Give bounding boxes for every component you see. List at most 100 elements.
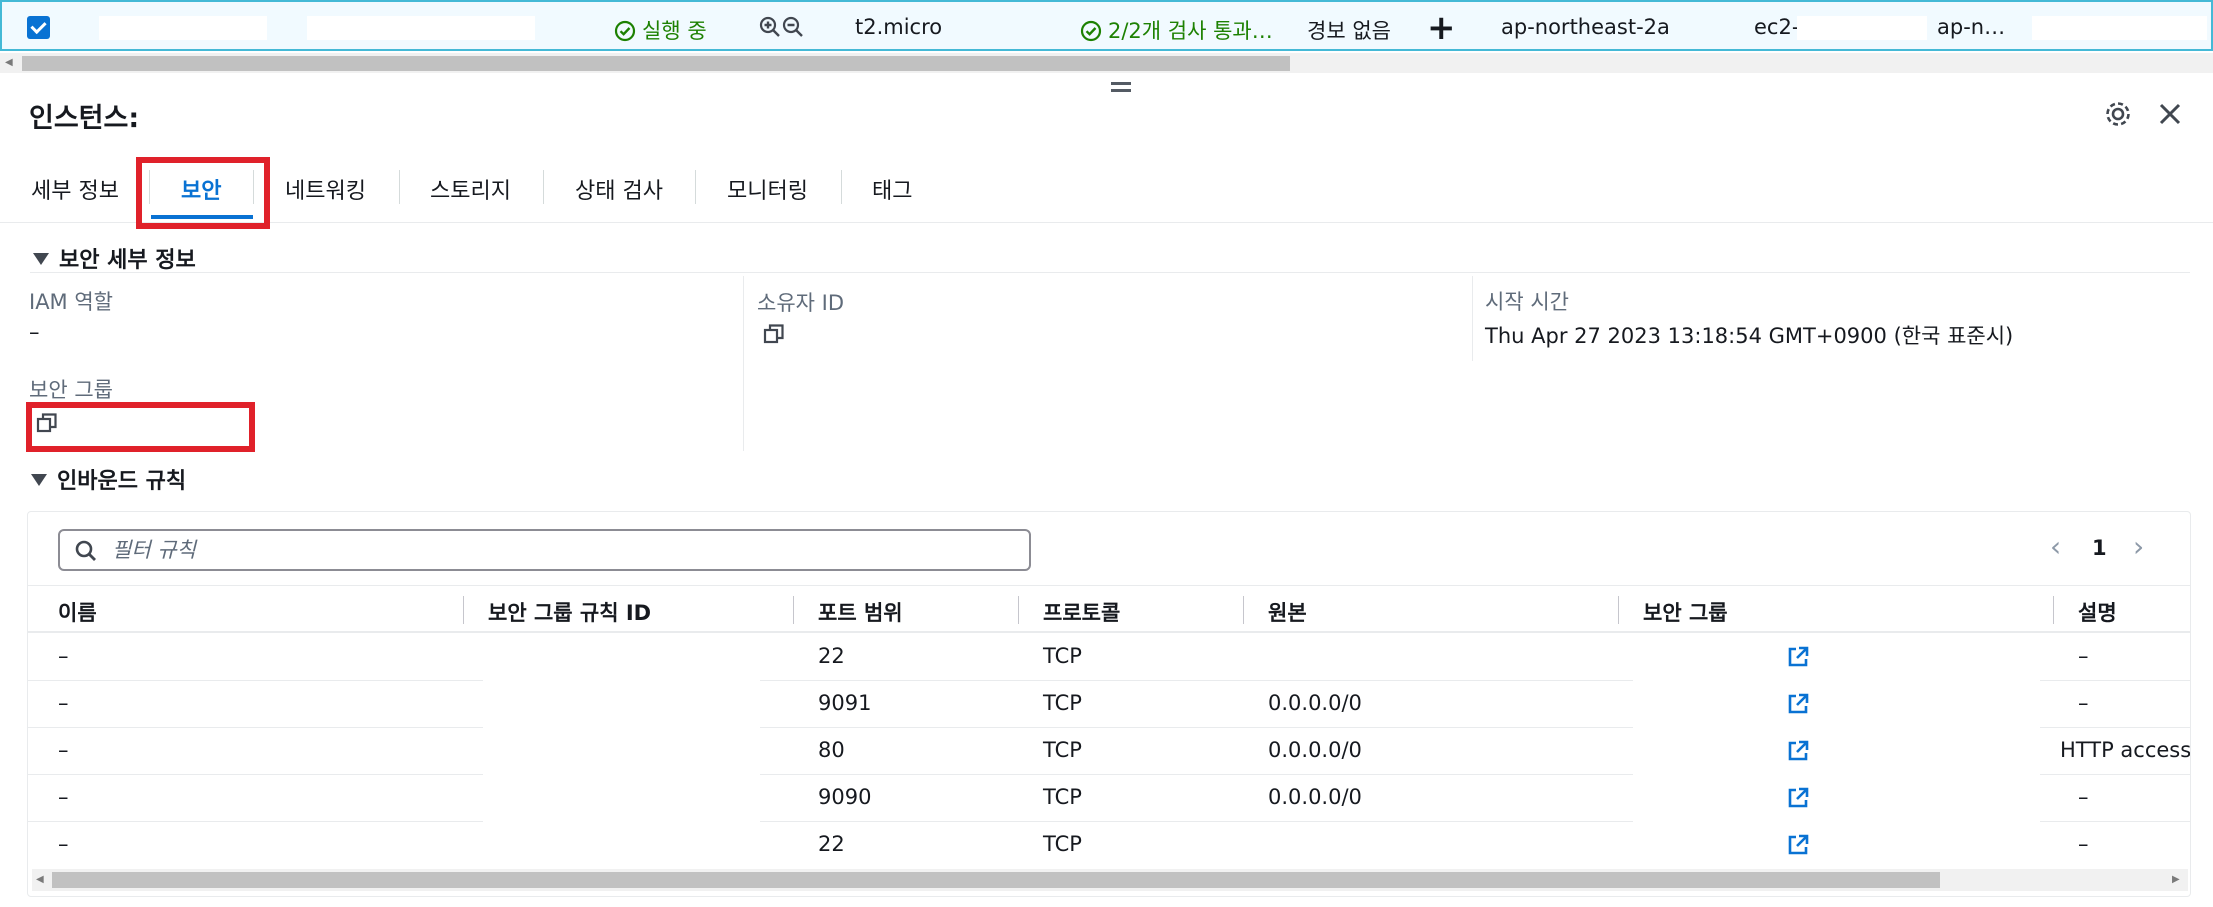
column-header-port-range[interactable]: 포트 범위 [818, 597, 903, 627]
status-check[interactable]: 2/2개 검사 통과… [1080, 15, 1273, 45]
cell-protocol: TCP [1043, 644, 1082, 668]
panel-title: 인스턴스: [29, 103, 140, 134]
inbound-rules-heading[interactable]: 인바운드 규칙 [31, 463, 186, 495]
row-divider [760, 680, 1633, 681]
copy-icon[interactable] [763, 323, 785, 345]
cell-protocol: TCP [1043, 832, 1082, 856]
security-details-heading[interactable]: 보안 세부 정보 [33, 242, 196, 274]
cell-description: – [2078, 644, 2089, 668]
tab-tags[interactable]: 태그 [872, 173, 912, 205]
zoom-out-icon[interactable] [782, 16, 804, 38]
row-divider [28, 774, 483, 775]
cell-source: 0.0.0.0/0 [1268, 738, 1362, 762]
zoom-in-icon[interactable] [759, 16, 781, 38]
cell-name: – [58, 785, 69, 809]
row-divider [28, 727, 483, 728]
launch-time-value: Thu Apr 27 2023 13:18:54 GMT+0900 (한국 표준… [1485, 324, 2014, 348]
tab-separator [543, 170, 544, 204]
column-header-security-group[interactable]: 보안 그룹 [1643, 597, 1728, 627]
launch-time-label: 시작 시간 [1485, 290, 1569, 314]
status-check-label: 2/2개 검사 통과… [1108, 19, 1273, 43]
close-icon[interactable] [2158, 102, 2182, 126]
scroll-right-arrow-icon[interactable]: ▶ [2172, 874, 2180, 885]
instance-row-selected[interactable]: 실행 중 t2.micro 2/2개 검사 통과… 경보 없음 + ap-nor… [0, 0, 2213, 51]
column-resizer[interactable] [793, 596, 794, 624]
tab-separator [841, 170, 842, 204]
column-resizer[interactable] [1243, 596, 1244, 624]
cell-port: 22 [818, 832, 845, 856]
cell-description: – [2078, 832, 2089, 856]
cell-name: – [58, 832, 69, 856]
column-header-description[interactable]: 설명 [2078, 597, 2117, 627]
column-resizer[interactable] [463, 596, 464, 624]
previous-page-button[interactable]: ‹ [2050, 530, 2061, 563]
column-divider [1472, 276, 1473, 361]
cell-name: – [58, 644, 69, 668]
row-divider [2040, 821, 2190, 822]
scrollbar-thumb[interactable] [22, 56, 1290, 71]
scrollbar-thumb[interactable] [52, 872, 1940, 888]
tab-separator [695, 170, 696, 204]
instance-type: t2.micro [855, 15, 943, 39]
rules-table-scrollbar[interactable]: ◀ ▶ [32, 869, 2188, 891]
column-header-source[interactable]: 원본 [1268, 597, 1307, 627]
panel-resize-handle[interactable] [1111, 82, 1131, 92]
tab-status-checks[interactable]: 상태 검사 [575, 173, 663, 205]
instance-id-cell[interactable] [307, 16, 535, 40]
row-divider [760, 774, 1633, 775]
cell-name: – [58, 738, 69, 762]
add-alarm-button[interactable]: + [1427, 8, 1456, 48]
inbound-rules-heading-label: 인바운드 규칙 [57, 469, 187, 494]
column-resizer[interactable] [2053, 596, 2054, 624]
external-link-icon[interactable] [1786, 833, 1810, 857]
search-icon [75, 540, 96, 561]
column-resizer[interactable] [1618, 596, 1619, 624]
scroll-left-arrow-icon[interactable]: ◀ [5, 57, 13, 68]
public-dns-redacted [1797, 16, 1927, 40]
cell-description: – [2078, 785, 2089, 809]
instances-table-scrollbar[interactable]: ◀ [0, 53, 2213, 73]
external-link-icon[interactable] [1786, 645, 1810, 669]
cell-protocol: TCP [1043, 785, 1082, 809]
filter-rules-search[interactable] [58, 529, 1031, 571]
check-circle-icon [1080, 20, 1102, 42]
tab-details[interactable]: 세부 정보 [31, 173, 119, 205]
current-page-number[interactable]: 1 [2092, 536, 2107, 560]
table-header-top-line [28, 585, 2190, 586]
row-divider [28, 680, 483, 681]
row-divider [760, 821, 1633, 822]
row-checkbox[interactable] [27, 16, 50, 39]
external-link-icon[interactable] [1786, 786, 1810, 810]
external-link-icon[interactable] [1786, 739, 1810, 763]
cell-name: – [58, 691, 69, 715]
region-short: ap-n… [1937, 15, 2006, 39]
cell-protocol: TCP [1043, 738, 1082, 762]
column-header-rule-id[interactable]: 보안 그룹 규칙 ID [488, 597, 651, 627]
cell-port: 9090 [818, 785, 872, 809]
gear-icon[interactable] [2104, 100, 2132, 128]
cell-protocol: TCP [1043, 691, 1082, 715]
instance-state-label: 실행 중 [642, 19, 707, 43]
scroll-left-arrow-icon[interactable]: ◀ [36, 874, 44, 885]
external-link-icon[interactable] [1786, 692, 1810, 716]
column-resizer[interactable] [1018, 596, 1019, 624]
section-divider [30, 272, 2190, 273]
row-divider [760, 727, 1633, 728]
highlight-box-security-group [26, 402, 255, 452]
column-header-protocol[interactable]: 프로토콜 [1043, 597, 1120, 627]
row-divider [2040, 727, 2190, 728]
public-dns: ec2- [1754, 15, 1800, 39]
table-header-divider [28, 631, 2190, 633]
column-divider [743, 276, 744, 451]
tab-networking[interactable]: 네트워킹 [285, 173, 366, 205]
column-header-name[interactable]: 이름 [58, 597, 97, 627]
filter-rules-input[interactable] [112, 537, 1012, 563]
row-divider [28, 821, 483, 822]
cell-port: 80 [818, 738, 845, 762]
tab-storage[interactable]: 스토리지 [430, 173, 511, 205]
security-details-heading-label: 보안 세부 정보 [59, 248, 196, 273]
cell-port: 9091 [818, 691, 872, 715]
security-groups-label: 보안 그룹 [29, 378, 113, 402]
next-page-button[interactable]: › [2133, 530, 2144, 563]
tab-monitoring[interactable]: 모니터링 [727, 173, 808, 205]
